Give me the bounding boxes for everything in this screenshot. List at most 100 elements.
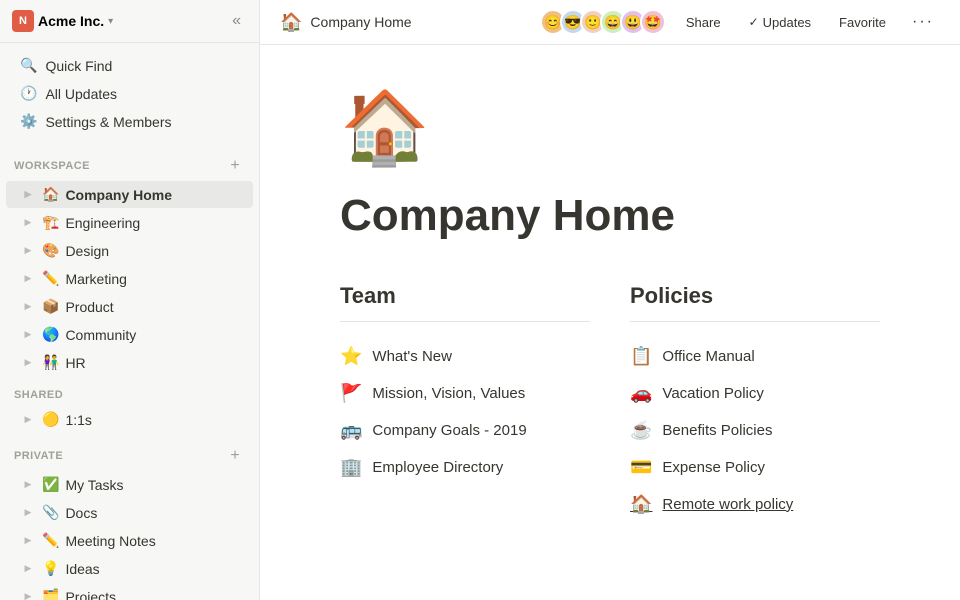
check-icon: ✓ bbox=[749, 15, 759, 29]
workspace-section-label: WORKSPACE bbox=[14, 160, 90, 172]
link-vacation-policy[interactable]: 🚗 Vacation Policy bbox=[630, 375, 880, 412]
engineering-emoji: 🏗️ bbox=[42, 214, 59, 231]
expand-icon: ▶ bbox=[20, 535, 36, 546]
car-icon: 🚗 bbox=[630, 383, 652, 404]
workspace-name: Acme Inc. bbox=[38, 13, 104, 29]
add-private-item-button[interactable]: + bbox=[225, 446, 245, 466]
page-emoji-icon: 🏠 bbox=[280, 12, 302, 33]
expand-icon: ▶ bbox=[20, 414, 36, 425]
private-section-header: PRIVATE + bbox=[0, 434, 259, 470]
page-heading: Company Home bbox=[340, 190, 880, 243]
sidebar-item-marketing[interactable]: ▶ ✏️ Marketing bbox=[6, 265, 253, 292]
credit-card-icon: 💳 bbox=[630, 457, 652, 478]
sidebar-item-hr[interactable]: ▶ 👫 HR bbox=[6, 349, 253, 376]
team-column: Team ⭐ What's New 🚩 Mission, Vision, Val… bbox=[340, 283, 590, 523]
engineering-label: Engineering bbox=[65, 215, 140, 231]
meeting-notes-label: Meeting Notes bbox=[65, 533, 155, 549]
all-updates-label: All Updates bbox=[45, 86, 117, 102]
topbar-title-area: 🏠 Company Home bbox=[280, 12, 530, 33]
design-label: Design bbox=[65, 243, 109, 259]
add-workspace-item-button[interactable]: + bbox=[225, 156, 245, 176]
favorite-button[interactable]: Favorite bbox=[831, 11, 894, 34]
link-benefits-policies[interactable]: ☕ Benefits Policies bbox=[630, 412, 880, 449]
design-emoji: 🎨 bbox=[42, 242, 59, 259]
my-tasks-emoji: ✅ bbox=[42, 476, 59, 493]
updates-label: Updates bbox=[763, 15, 811, 30]
sidebar-item-product[interactable]: ▶ 📦 Product bbox=[6, 293, 253, 320]
sidebar-item-meeting-notes[interactable]: ▶ ✏️ Meeting Notes bbox=[6, 527, 253, 554]
expand-icon: ▶ bbox=[20, 245, 36, 256]
sidebar-item-community[interactable]: ▶ 🌎 Community bbox=[6, 321, 253, 348]
expand-icon: ▶ bbox=[20, 273, 36, 284]
policies-heading: Policies bbox=[630, 283, 880, 322]
company-goals-label: Company Goals - 2019 bbox=[372, 422, 526, 439]
hero-emoji: 🏠 bbox=[340, 85, 880, 170]
sidebar-item-my-tasks[interactable]: ▶ ✅ My Tasks bbox=[6, 471, 253, 498]
marketing-label: Marketing bbox=[65, 271, 126, 287]
link-mission-vision[interactable]: 🚩 Mission, Vision, Values bbox=[340, 375, 590, 412]
community-label: Community bbox=[65, 327, 136, 343]
1on1s-label: 1:1s bbox=[65, 412, 91, 428]
sidebar-item-docs[interactable]: ▶ 📎 Docs bbox=[6, 499, 253, 526]
link-company-goals[interactable]: 🚌 Company Goals - 2019 bbox=[340, 412, 590, 449]
link-whats-new[interactable]: ⭐ What's New bbox=[340, 338, 590, 375]
star-icon: ⭐ bbox=[340, 346, 362, 367]
sidebar-item-projects[interactable]: ▶ 🗂️ Projects bbox=[6, 583, 253, 600]
ideas-emoji: 💡 bbox=[42, 560, 59, 577]
content-columns: Team ⭐ What's New 🚩 Mission, Vision, Val… bbox=[340, 283, 880, 523]
main-content: 🏠 Company Home 😊 😎 🙂 😄 😃 🤩 Share ✓ Updat… bbox=[260, 0, 960, 600]
employee-directory-label: Employee Directory bbox=[372, 459, 503, 476]
ideas-label: Ideas bbox=[65, 561, 99, 577]
workspace-switcher[interactable]: N Acme Inc. ▾ bbox=[12, 10, 113, 32]
product-emoji: 📦 bbox=[42, 298, 59, 315]
sidebar-item-settings[interactable]: ⚙️ Settings & Members bbox=[6, 108, 253, 135]
house-icon: 🏠 bbox=[630, 494, 652, 515]
link-remote-work-policy[interactable]: 🏠 Remote work policy bbox=[630, 486, 880, 523]
expense-policy-label: Expense Policy bbox=[662, 459, 765, 476]
sidebar-item-ideas[interactable]: ▶ 💡 Ideas bbox=[6, 555, 253, 582]
expand-icon: ▶ bbox=[20, 329, 36, 340]
quick-find-label: Quick Find bbox=[45, 58, 112, 74]
sidebar-item-1on1s[interactable]: ▶ 🟡 1:1s bbox=[6, 406, 253, 433]
benefits-policies-label: Benefits Policies bbox=[662, 422, 772, 439]
projects-label: Projects bbox=[65, 589, 116, 600]
projects-emoji: 🗂️ bbox=[42, 588, 59, 600]
updates-button[interactable]: ✓ Updates bbox=[741, 11, 819, 34]
meeting-notes-emoji: ✏️ bbox=[42, 532, 59, 549]
flag-icon: 🚩 bbox=[340, 383, 362, 404]
link-office-manual[interactable]: 📋 Office Manual bbox=[630, 338, 880, 375]
1on1s-emoji: 🟡 bbox=[42, 411, 59, 428]
settings-label: Settings & Members bbox=[45, 114, 171, 130]
expand-icon: ▶ bbox=[20, 357, 36, 368]
expand-icon: ▶ bbox=[20, 189, 36, 200]
share-button[interactable]: Share bbox=[678, 11, 729, 34]
collapse-sidebar-button[interactable]: « bbox=[226, 10, 247, 32]
sidebar-item-design[interactable]: ▶ 🎨 Design bbox=[6, 237, 253, 264]
sidebar-item-engineering[interactable]: ▶ 🏗️ Engineering bbox=[6, 209, 253, 236]
link-expense-policy[interactable]: 💳 Expense Policy bbox=[630, 449, 880, 486]
sidebar-item-all-updates[interactable]: 🕐 All Updates bbox=[6, 80, 253, 107]
topbar-actions: 😊 😎 🙂 😄 😃 🤩 Share ✓ Updates Favorite ··· bbox=[540, 9, 940, 35]
clipboard-icon: 📋 bbox=[630, 346, 652, 367]
expand-icon: ▶ bbox=[20, 563, 36, 574]
shared-items-list: ▶ 🟡 1:1s bbox=[0, 405, 259, 434]
favorite-label: Favorite bbox=[839, 15, 886, 30]
gear-icon: ⚙️ bbox=[20, 113, 37, 130]
sidebar-item-quick-find[interactable]: 🔍 Quick Find bbox=[6, 52, 253, 79]
remote-work-policy-label: Remote work policy bbox=[662, 496, 793, 513]
avatar-group: 😊 😎 🙂 😄 😃 🤩 bbox=[540, 9, 666, 35]
private-section-label: PRIVATE bbox=[14, 450, 63, 462]
sidebar-item-company-home[interactable]: ▶ 🏠 Company Home bbox=[6, 181, 253, 208]
more-options-button[interactable]: ··· bbox=[906, 9, 940, 35]
workspace-logo: N bbox=[12, 10, 34, 32]
hr-emoji: 👫 bbox=[42, 354, 59, 371]
expand-icon: ▶ bbox=[20, 301, 36, 312]
workspace-items-list: ▶ 🏠 Company Home ▶ 🏗️ Engineering ▶ 🎨 De… bbox=[0, 180, 259, 377]
clock-icon: 🕐 bbox=[20, 85, 37, 102]
sidebar-header: N Acme Inc. ▾ « bbox=[0, 0, 259, 43]
private-items-list: ▶ ✅ My Tasks ▶ 📎 Docs ▶ ✏️ Meeting Notes… bbox=[0, 470, 259, 600]
chevron-down-icon: ▾ bbox=[108, 16, 113, 27]
expand-icon: ▶ bbox=[20, 591, 36, 600]
building-icon: 🏢 bbox=[340, 457, 362, 478]
link-employee-directory[interactable]: 🏢 Employee Directory bbox=[340, 449, 590, 486]
